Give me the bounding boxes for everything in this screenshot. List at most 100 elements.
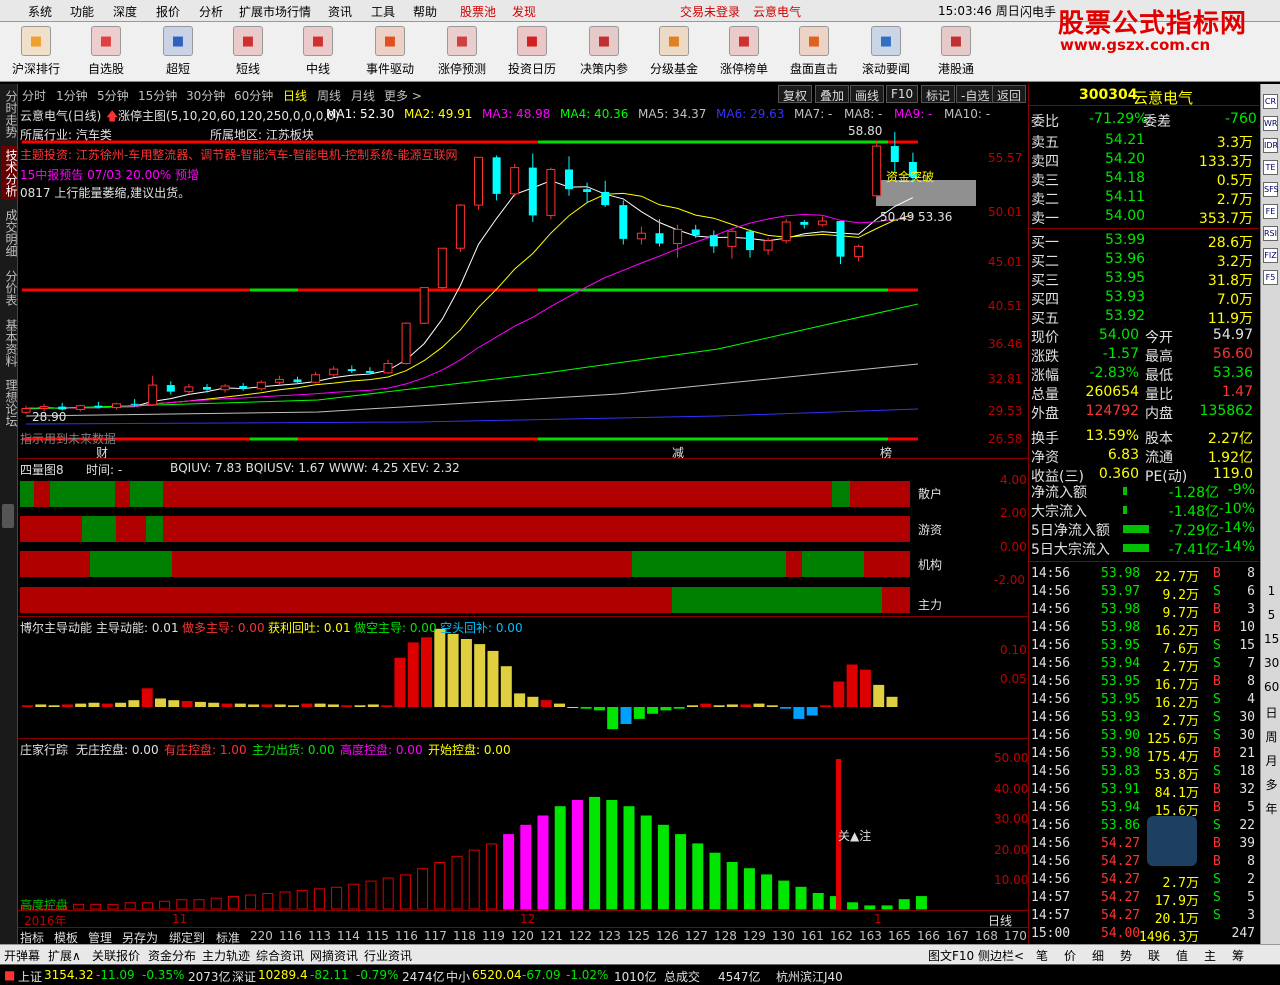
- formula-tab-27[interactable]: 163: [859, 929, 882, 943]
- menu-stock-pool[interactable]: 股票池: [460, 3, 496, 20]
- four-volume-pane[interactable]: 四量图8 时间: - BQIUV: 7.83 BQIUSV: 1.67 WWW:…: [18, 458, 1028, 616]
- bottom-tab-5[interactable]: 综合资讯: [256, 947, 304, 964]
- period-5min[interactable]: 5分钟: [97, 87, 129, 104]
- right-strip-period-6[interactable]: 周: [1264, 728, 1279, 745]
- formula-tab-32[interactable]: 170: [1004, 929, 1027, 943]
- dealer-tracking-pane[interactable]: 庄家行踪 无庄控盘: 0.00 有庄控盘: 1.00 主力出货: 0.00 高度控盘:…: [18, 738, 1028, 912]
- formula-tab-7[interactable]: 116: [279, 929, 302, 943]
- sz-index[interactable]: 10289.4: [258, 968, 308, 982]
- toolbar-button-1[interactable]: ■ 自选股: [72, 24, 140, 77]
- tick-row-17[interactable]: 14:56 54.27 2.7万 S 2: [1031, 872, 1257, 891]
- menu-help[interactable]: 帮助: [413, 3, 437, 20]
- right-strip-icon-0[interactable]: CR: [1263, 94, 1278, 109]
- overlay-button[interactable]: 叠加: [815, 85, 850, 103]
- right-strip-period-0[interactable]: 1: [1264, 584, 1279, 598]
- right-strip-icon-5[interactable]: FE: [1263, 204, 1278, 219]
- formula-tab-12[interactable]: 117: [424, 929, 447, 943]
- bottom-tab-7[interactable]: 行业资讯: [364, 947, 412, 964]
- formula-tab-14[interactable]: 119: [482, 929, 505, 943]
- formula-tab-13[interactable]: 118: [453, 929, 476, 943]
- add-watchlist-button[interactable]: -自选: [956, 85, 995, 103]
- formula-tab-18[interactable]: 123: [598, 929, 621, 943]
- period-more[interactable]: 更多 >: [384, 87, 422, 104]
- restore-rights-button[interactable]: 复权: [778, 85, 813, 103]
- bottom-tab-4[interactable]: 主力轨迹: [202, 947, 250, 964]
- menu-discover[interactable]: 发现: [512, 3, 536, 20]
- tab-price-table[interactable]: 分价表: [1, 266, 18, 310]
- right-strip-period-8[interactable]: 多: [1264, 776, 1279, 793]
- bid-row-4[interactable]: 买五 53.92 11.9万: [1031, 308, 1257, 327]
- tick-row-4[interactable]: 14:56 53.95 7.6万 S 15: [1031, 638, 1257, 657]
- bottom-right-tab-6[interactable]: 主: [1204, 947, 1216, 964]
- formula-tab-11[interactable]: 116: [395, 929, 418, 943]
- bottom-tab-8[interactable]: 图文F10: [928, 947, 974, 964]
- back-button[interactable]: 返回: [992, 85, 1027, 103]
- bottom-right-tab-7[interactable]: 筹: [1232, 947, 1244, 964]
- menu-extended-market[interactable]: 扩展市场行情: [239, 3, 311, 20]
- tab-technical-analysis[interactable]: 技术分析: [1, 146, 18, 200]
- tick-row-9[interactable]: 14:56 53.90 125.6万 S 30: [1031, 728, 1257, 747]
- bottom-tab-1[interactable]: 扩展∧: [48, 947, 81, 964]
- period-weekly[interactable]: 周线: [317, 87, 341, 104]
- bottom-right-tab-5[interactable]: 值: [1176, 947, 1188, 964]
- bottom-tab-6[interactable]: 网摘资讯: [310, 947, 358, 964]
- tick-row-1[interactable]: 14:56 53.97 9.2万 S 6: [1031, 584, 1257, 603]
- formula-tab-26[interactable]: 162: [830, 929, 853, 943]
- toolbar-button-4[interactable]: ■ 中线: [284, 24, 352, 77]
- formula-tab-17[interactable]: 122: [569, 929, 592, 943]
- ask-row-1[interactable]: 卖四 54.20 133.3万: [1031, 151, 1257, 170]
- menu-tools[interactable]: 工具: [371, 3, 395, 20]
- flash-trade-button[interactable]: 闪电手: [1020, 3, 1056, 20]
- right-strip-period-1[interactable]: 5: [1264, 608, 1279, 622]
- formula-tab-28[interactable]: 165: [888, 929, 911, 943]
- bottom-tab-3[interactable]: 资金分布: [148, 947, 196, 964]
- formula-tab-24[interactable]: 130: [772, 929, 795, 943]
- right-strip-icon-4[interactable]: SFS: [1263, 182, 1279, 197]
- period-1min[interactable]: 1分钟: [56, 87, 88, 104]
- toolbar-button-11[interactable]: ■ 盘面直击: [780, 24, 848, 77]
- bottom-right-tab-1[interactable]: 价: [1064, 947, 1076, 964]
- zx-index[interactable]: 6520.04: [472, 968, 522, 982]
- formula-tab-10[interactable]: 115: [366, 929, 389, 943]
- momentum-pane[interactable]: 博尔主导动能 主导动能: 0.01 做多主导: 0.00 获利回吐: 0.01 做空主…: [18, 616, 1028, 738]
- bottom-right-tab-4[interactable]: 联: [1148, 947, 1160, 964]
- right-strip-period-4[interactable]: 60: [1264, 680, 1279, 694]
- period-intraday[interactable]: 分时: [22, 87, 46, 104]
- right-strip-icon-7[interactable]: FIZ: [1263, 248, 1278, 263]
- tick-row-6[interactable]: 14:56 53.95 16.7万 B 8: [1031, 674, 1257, 693]
- toolbar-button-6[interactable]: ■ 涨停预测: [428, 24, 496, 77]
- right-strip-period-2[interactable]: 15: [1264, 632, 1279, 646]
- right-strip-icon-2[interactable]: IDR: [1263, 138, 1278, 153]
- tick-row-13[interactable]: 14:56 53.94 15.6万 B 5: [1031, 800, 1257, 819]
- tick-row-19[interactable]: 14:57 54.27 20.1万 S 3: [1031, 908, 1257, 927]
- menu-news[interactable]: 资讯: [328, 3, 352, 20]
- menu-function[interactable]: 功能: [70, 3, 94, 20]
- bottom-tab-9[interactable]: 侧边栏<: [978, 947, 1024, 964]
- formula-tab-31[interactable]: 168: [975, 929, 998, 943]
- toolbar-button-2[interactable]: ■ 超短: [144, 24, 212, 77]
- period-30min[interactable]: 30分钟: [186, 87, 225, 104]
- formula-tab-9[interactable]: 114: [337, 929, 360, 943]
- formula-tab-22[interactable]: 128: [714, 929, 737, 943]
- mark-button[interactable]: 标记: [921, 85, 956, 103]
- toolbar-button-12[interactable]: ■ 滚动要闻: [852, 24, 920, 77]
- bid-row-0[interactable]: 买一 53.99 28.6万: [1031, 232, 1257, 251]
- ask-row-0[interactable]: 卖五 54.21 3.3万: [1031, 132, 1257, 151]
- bottom-right-tab-3[interactable]: 势: [1120, 947, 1132, 964]
- right-strip-icon-8[interactable]: F5: [1263, 270, 1278, 285]
- bid-row-3[interactable]: 买四 53.93 7.0万: [1031, 289, 1257, 308]
- toolbar-button-5[interactable]: ■ 事件驱动: [356, 24, 424, 77]
- f10-button[interactable]: F10: [886, 85, 919, 103]
- formula-tab-8[interactable]: 113: [308, 929, 331, 943]
- tab-intraday[interactable]: 分时走势: [1, 88, 18, 140]
- toolbar-button-3[interactable]: ■ 短线: [214, 24, 282, 77]
- period-daily[interactable]: 日线: [283, 87, 307, 104]
- right-strip-period-9[interactable]: 年: [1264, 800, 1279, 817]
- formula-tab-20[interactable]: 126: [656, 929, 679, 943]
- formula-tab-30[interactable]: 167: [946, 929, 969, 943]
- menu-depth[interactable]: 深度: [113, 3, 137, 20]
- formula-tab-19[interactable]: 125: [627, 929, 650, 943]
- bottom-right-tab-0[interactable]: 笔: [1036, 947, 1048, 964]
- formula-tab-16[interactable]: 121: [540, 929, 563, 943]
- indicator-name[interactable]: 涨停主图(5,10,20,60,120,250,0,0,0,0): [118, 107, 340, 124]
